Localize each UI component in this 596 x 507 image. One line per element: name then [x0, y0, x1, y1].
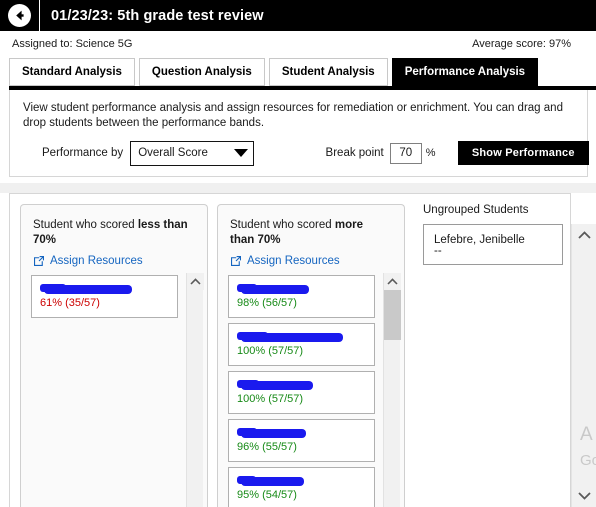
panel-description: View student performance analysis and as…: [23, 102, 563, 129]
watermark-line-2: Go: [580, 452, 596, 469]
chevron-down-icon: [229, 142, 253, 165]
ungrouped-students-panel: Ungrouped Students Lefebre, Jenibelle --: [423, 204, 573, 265]
ungrouped-student-card[interactable]: Lefebre, Jenibelle --: [423, 224, 563, 265]
performance-by-label: Performance by: [42, 147, 124, 159]
break-point-label: Break point: [325, 147, 384, 159]
section-divider: [0, 183, 596, 193]
performance-by-value: Overall Score: [138, 147, 208, 159]
assign-resources-link-mid[interactable]: Assign Resources: [230, 255, 340, 267]
band-title-less-than: Student who scored less than 70%: [33, 218, 193, 248]
back-button[interactable]: [8, 4, 31, 27]
redacted-student-name: [237, 428, 306, 438]
average-score-label: Average score: 97%: [472, 38, 571, 50]
title-bar: 01/23/23: 5th grade test review: [0, 0, 596, 31]
external-link-icon: [230, 255, 242, 267]
chevron-up-icon: [578, 231, 591, 239]
student-score: 98% (56/57): [237, 297, 297, 309]
tab-question-analysis[interactable]: Question Analysis: [138, 58, 265, 86]
band-student-list-mid: 98% (56/57) 100% (57/57) 100% (57/57) 96…: [228, 275, 383, 507]
band-title-more-than: Student who scored more than 70%: [230, 218, 390, 248]
tab-standard-analysis[interactable]: Standard Analysis: [9, 58, 135, 86]
band-less-than-70[interactable]: Student who scored less than 70% Assign …: [20, 204, 208, 507]
page-scroll-down-button[interactable]: [572, 485, 596, 507]
performance-bands-area: Student who scored less than 70% Assign …: [9, 193, 571, 507]
student-card[interactable]: 95% (54/57): [228, 467, 375, 507]
student-score: --: [434, 245, 442, 257]
assign-resources-label-left: Assign Resources: [50, 255, 143, 267]
controls-row: Performance by Overall Score Break point…: [10, 136, 589, 170]
sub-header: Assigned to: Science 5G Average score: 9…: [0, 31, 596, 57]
student-card[interactable]: 61% (35/57): [31, 275, 178, 318]
percent-symbol: %: [425, 147, 436, 159]
band-more-than-70[interactable]: Student who scored more than 70% Assign …: [217, 204, 405, 507]
title-divider: [39, 0, 40, 31]
band-student-list-left: 61% (35/57): [31, 275, 186, 507]
scroll-up-button[interactable]: [384, 273, 401, 290]
student-score: 96% (55/57): [237, 441, 297, 453]
band-scrollbar-left[interactable]: [186, 273, 204, 507]
arrow-left-circle-icon: [10, 6, 29, 25]
chevron-up-icon: [387, 278, 398, 285]
band-title-prefix: Student who scored: [33, 219, 138, 231]
scroll-up-button[interactable]: [187, 273, 204, 290]
assign-resources-label-mid: Assign Resources: [247, 255, 340, 267]
redacted-student-name: [237, 476, 304, 486]
band-title-prefix: Student who scored: [230, 219, 335, 231]
assign-resources-link-left[interactable]: Assign Resources: [33, 255, 143, 267]
assigned-to-label: Assigned to: Science 5G: [12, 38, 133, 50]
ungrouped-students-title: Ungrouped Students: [423, 204, 529, 216]
student-score: 100% (57/57): [237, 345, 304, 357]
redacted-student-name: [237, 284, 309, 294]
band-scrollbar-mid[interactable]: [383, 273, 401, 507]
show-performance-button[interactable]: Show Performance: [457, 141, 589, 165]
chevron-up-icon: [190, 278, 201, 285]
watermark-line-1: A: [580, 424, 593, 445]
student-card[interactable]: 96% (55/57): [228, 419, 375, 462]
student-card[interactable]: 100% (57/57): [228, 323, 375, 366]
redacted-student-name: [237, 332, 343, 342]
scrollbar-thumb[interactable]: [384, 290, 401, 340]
student-score: 61% (35/57): [40, 297, 100, 309]
redacted-student-name: [237, 380, 313, 390]
chevron-down-icon: [578, 492, 591, 500]
page-scroll-up-button[interactable]: [572, 224, 596, 246]
redacted-student-name: [40, 284, 132, 294]
tab-performance-analysis[interactable]: Performance Analysis: [391, 58, 539, 86]
page-title: 01/23/23: 5th grade test review: [51, 7, 264, 24]
student-card[interactable]: 98% (56/57): [228, 275, 375, 318]
controls-panel: View student performance analysis and as…: [9, 90, 589, 177]
student-score: 95% (54/57): [237, 489, 297, 501]
tab-student-analysis[interactable]: Student Analysis: [268, 58, 388, 86]
student-name: Lefebre, Jenibelle: [434, 234, 525, 246]
performance-by-select[interactable]: Overall Score: [130, 140, 254, 166]
tab-bar: Standard Analysis Question Analysis Stud…: [0, 58, 596, 89]
break-point-input[interactable]: [389, 142, 422, 164]
student-card[interactable]: 100% (57/57): [228, 371, 375, 414]
performance-analysis-page: 01/23/23: 5th grade test review Assigned…: [0, 0, 596, 507]
external-link-icon: [33, 255, 45, 267]
student-score: 100% (57/57): [237, 393, 304, 405]
